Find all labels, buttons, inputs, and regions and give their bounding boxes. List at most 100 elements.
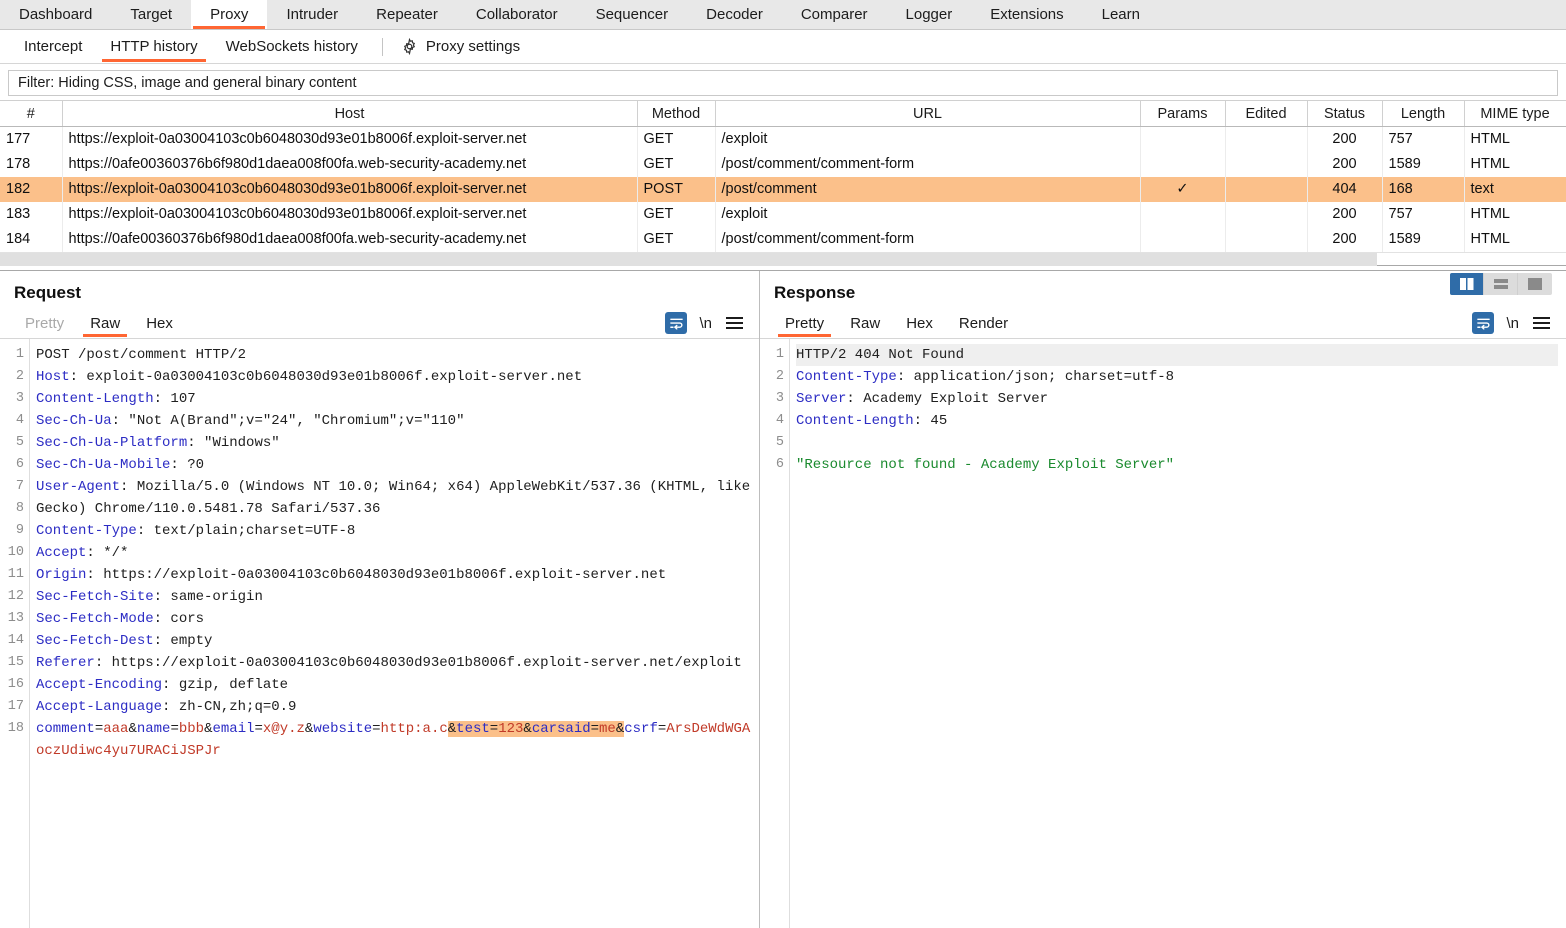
response-tab-render[interactable]: Render [946,308,1021,338]
header-value: : zh-CN,zh;q=0.9 [162,699,296,715]
cell-mime: text [1464,177,1566,202]
column-header-method[interactable]: Method [637,101,715,127]
response-editor[interactable]: 123456 HTTP/2 404 Not FoundContent-Type:… [760,339,1566,928]
response-tab-pretty[interactable]: Pretty [772,308,837,338]
sub-tab-intercept[interactable]: Intercept [10,30,96,64]
column-header-edited[interactable]: Edited [1225,101,1307,127]
column-header-url[interactable]: URL [715,101,1140,127]
main-tab-dashboard[interactable]: Dashboard [0,0,111,29]
request-line: comment=aaa&name=bbb&email=x@y.z&website… [36,718,751,762]
header-value: : https://exploit-0a03004103c0b6048030d9… [86,567,666,583]
header-name: Sec-Fetch-Site [36,589,154,605]
table-row[interactable]: 177https://exploit-0a03004103c0b6048030d… [0,127,1566,152]
column-header-params[interactable]: Params [1140,101,1225,127]
response-line-numbers: 123456 [760,339,790,928]
response-tab-raw[interactable]: Raw [837,308,893,338]
main-tab-target[interactable]: Target [111,0,191,29]
main-tab-proxy[interactable]: Proxy [191,0,267,29]
main-tab-decoder[interactable]: Decoder [687,0,782,29]
response-tab-label: Render [959,315,1008,332]
header-name: Accept-Encoding [36,677,162,693]
main-tab-extensions[interactable]: Extensions [971,0,1082,29]
param-value: x@y.z [263,721,305,737]
line-number: 14 [0,630,24,652]
main-tab-learn[interactable]: Learn [1083,0,1159,29]
scrollbar-thumb[interactable] [0,253,1377,266]
word-wrap-icon[interactable] [1472,312,1494,334]
cell-host: https://0afe00360376b6f980d1daea008f00fa… [62,227,637,252]
header-value: : https://exploit-0a03004103c0b6048030d9… [95,655,742,671]
request-pane: Request PrettyRawHex \n 1234567 [0,271,760,928]
split-horizontal-view-button[interactable] [1484,273,1518,295]
header-name: Sec-Fetch-Dest [36,633,154,649]
param-eq: = [658,721,666,737]
param-eq: = [255,721,263,737]
param-sep: & [616,721,624,737]
sub-tab-websockets-history[interactable]: WebSockets history [212,30,372,64]
request-tab-raw[interactable]: Raw [77,308,133,338]
cell-num: 183 [0,202,62,227]
request-line-numbers: 123456789101112131415161718 [0,339,30,928]
column-header-length[interactable]: Length [1382,101,1464,127]
sub-tab-http-history[interactable]: HTTP history [96,30,211,64]
line-number: 15 [0,652,24,674]
main-tab-label: Extensions [990,6,1063,23]
request-tab-label: Hex [146,315,173,332]
cell-host: https://exploit-0a03004103c0b6048030d93e… [62,177,637,202]
cell-status: 404 [1307,177,1382,202]
header-name: Content-Type [796,369,897,385]
request-tab-pretty[interactable]: Pretty [12,308,77,338]
main-tab-label: Target [130,6,172,23]
main-tab-comparer[interactable]: Comparer [782,0,887,29]
word-wrap-icon[interactable] [665,312,687,334]
line-number: 17 [0,696,24,718]
cell-mime: HTML [1464,202,1566,227]
proxy-settings-button[interactable]: Proxy settings [393,38,528,55]
main-tab-intruder[interactable]: Intruder [267,0,357,29]
request-editor[interactable]: 123456789101112131415161718 POST /post/c… [0,339,759,928]
main-tab-collaborator[interactable]: Collaborator [457,0,577,29]
request-tab-hex[interactable]: Hex [133,308,186,338]
table-row[interactable]: 184https://0afe00360376b6f980d1daea008f0… [0,227,1566,252]
cell-length: 757 [1382,127,1464,152]
main-tab-logger[interactable]: Logger [887,0,972,29]
header-name: Sec-Ch-Ua-Mobile [36,457,170,473]
cell-method: GET [637,152,715,177]
request-line: Sec-Ch-Ua-Platform: "Windows" [36,432,751,454]
cell-params [1140,152,1225,177]
cell-edited [1225,127,1307,152]
split-vertical-view-button[interactable] [1450,273,1484,295]
table-row[interactable]: 183https://exploit-0a03004103c0b6048030d… [0,202,1566,227]
hamburger-icon[interactable] [1531,315,1552,331]
json-body: "Resource not found - Academy Exploit Se… [796,457,1174,473]
header-name: Server [796,391,846,407]
main-tab-repeater[interactable]: Repeater [357,0,457,29]
cell-url: /exploit [715,202,1140,227]
newline-toggle[interactable]: \n [699,315,712,332]
filter-bar[interactable]: Filter: Hiding CSS, image and general bi… [8,70,1558,96]
main-tab-sequencer[interactable]: Sequencer [577,0,688,29]
header-name: Content-Type [36,523,137,539]
request-line: Accept-Encoding: gzip, deflate [36,674,751,696]
http-history-table: #HostMethodURLParamsEditedStatusLengthMI… [0,100,1566,252]
request-body-text[interactable]: POST /post/comment HTTP/2Host: exploit-0… [30,339,759,928]
header-value: : "Windows" [187,435,279,451]
table-row[interactable]: 178https://0afe00360376b6f980d1daea008f0… [0,152,1566,177]
header-value: : gzip, deflate [162,677,288,693]
newline-toggle[interactable]: \n [1506,315,1519,332]
column-header-status[interactable]: Status [1307,101,1382,127]
gear-icon [401,38,418,55]
response-tab-hex[interactable]: Hex [893,308,946,338]
column-header-mime-type[interactable]: MIME type [1464,101,1566,127]
proxy-settings-label: Proxy settings [426,38,520,55]
column-header--[interactable]: # [0,101,62,127]
request-line: User-Agent: Mozilla/5.0 (Windows NT 10.0… [36,476,751,520]
column-header-host[interactable]: Host [62,101,637,127]
cell-mime: HTML [1464,227,1566,252]
single-view-button[interactable] [1518,273,1552,295]
table-horizontal-scrollbar[interactable] [0,252,1566,265]
request-line: Sec-Fetch-Mode: cors [36,608,751,630]
table-row[interactable]: 182https://exploit-0a03004103c0b6048030d… [0,177,1566,202]
response-body-text[interactable]: HTTP/2 404 Not FoundContent-Type: applic… [790,339,1566,928]
hamburger-icon[interactable] [724,315,745,331]
